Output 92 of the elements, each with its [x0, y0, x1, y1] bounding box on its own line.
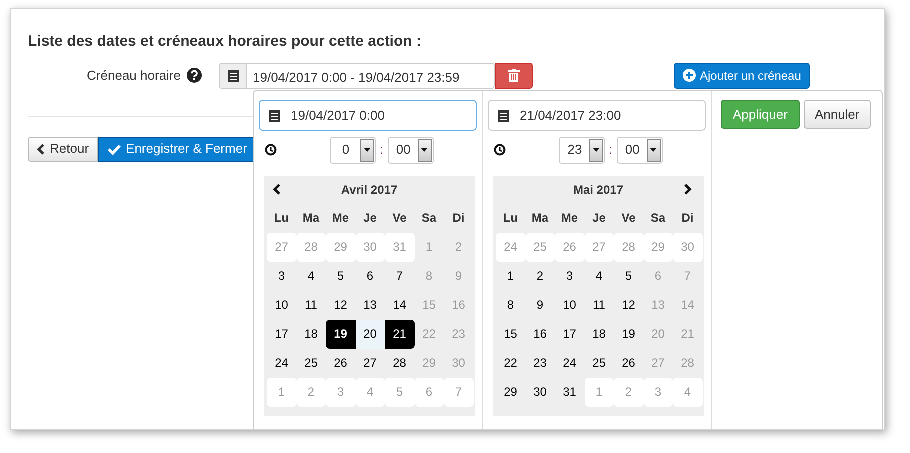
day-cell[interactable]: 28 [385, 349, 414, 378]
day-cell[interactable]: 3 [267, 262, 296, 291]
day-cell[interactable]: 17 [267, 320, 296, 349]
day-cell[interactable]: 10 [267, 291, 296, 320]
trash-icon [508, 69, 520, 82]
check-icon [108, 144, 122, 154]
chevron-right-icon [684, 184, 692, 195]
day-cell[interactable]: 23 [526, 349, 555, 378]
day-cell[interactable]: 9 [526, 291, 555, 320]
chevron-left-icon [37, 144, 45, 154]
calendar-icon [497, 108, 510, 122]
weekday-label: Je [592, 210, 607, 227]
field-label: Créneau horaire [86, 66, 181, 85]
weekday-label: Me [331, 210, 350, 227]
calendar-icon [226, 68, 240, 82]
day-cell[interactable]: 5 [614, 262, 644, 291]
weekday-label: Sa [420, 210, 438, 227]
day-cell[interactable]: 11 [584, 291, 614, 320]
caret-icon [364, 148, 370, 152]
section-title: Liste des dates et créneaux horaires pour cette action : [28, 32, 422, 52]
day-cell[interactable]: 26 [614, 349, 644, 378]
month-title: Avril 2017 [341, 182, 398, 199]
date-range-field[interactable]: 19/04/2017 0:00 - 19/04/2017 23:59 [219, 62, 495, 88]
day-cell[interactable]: 6 [356, 262, 385, 291]
weekday-label: Di [452, 210, 466, 227]
day-cell[interactable]: 24 [555, 349, 584, 378]
day-cell[interactable]: 13 [356, 291, 385, 320]
time-separator: : [380, 141, 384, 160]
plus-circle-icon [683, 69, 696, 82]
day-cell[interactable]: 7 [385, 262, 414, 291]
delete-button[interactable] [495, 62, 533, 88]
minute-select[interactable]: 00 [388, 136, 434, 164]
caret-icon [421, 148, 428, 152]
day-cell[interactable]: 12 [614, 291, 644, 320]
day-cell[interactable]: 4 [584, 262, 614, 291]
day-cell[interactable]: 5 [326, 262, 356, 291]
calendar-icon [268, 108, 281, 122]
day-cell[interactable]: 15 [496, 320, 526, 349]
day-cell[interactable]: 20 [356, 320, 385, 349]
minute-select[interactable]: 00 [616, 136, 663, 164]
day-cell[interactable]: 30 [526, 378, 555, 407]
weekday-label: Sa [650, 210, 667, 227]
day-cell[interactable]: 2 [526, 262, 555, 291]
day-cell[interactable]: 4 [296, 262, 326, 291]
clock-icon [494, 144, 506, 156]
clock-icon [265, 144, 277, 156]
caret-icon [592, 148, 600, 152]
weekday-label: Lu [273, 210, 290, 227]
weekday-label: Ma [302, 210, 321, 227]
day-cell[interactable]: 26 [326, 349, 356, 378]
day-cell[interactable]: 12 [326, 291, 356, 320]
weekday-label: Di [680, 210, 695, 227]
day-cell[interactable]: 14 [385, 291, 414, 320]
day-cell[interactable]: 1 [496, 262, 526, 291]
weekday-label: Ve [620, 210, 637, 227]
next-month-button[interactable] [684, 184, 692, 195]
date-input-field[interactable]: 19/04/2017 0:00 [259, 100, 477, 131]
day-cell[interactable]: 27 [356, 349, 385, 378]
cancel-button[interactable]: Annuler [804, 100, 871, 129]
day-cell[interactable]: 22 [496, 349, 526, 378]
day-cell[interactable]: 3 [555, 262, 584, 291]
day-cell[interactable]: 19 [614, 320, 644, 349]
day-cell[interactable]: 18 [584, 320, 614, 349]
hour-select[interactable]: 0 [330, 136, 376, 164]
date-input-field[interactable]: 21/04/2017 23:00 [488, 100, 706, 131]
time-separator: : [609, 141, 613, 160]
weekday-label: Lu [502, 210, 520, 227]
weekday-label: Ve [392, 210, 408, 227]
day-cell[interactable]: 17 [555, 320, 584, 349]
caret-icon [650, 148, 658, 152]
day-cell[interactable]: 11 [296, 291, 326, 320]
chevron-left-icon [273, 184, 281, 195]
day-cell[interactable]: 19 [326, 320, 356, 349]
day-cell[interactable]: 21 [385, 320, 414, 349]
weekday-label: Je [362, 210, 378, 227]
day-cell[interactable]: 29 [496, 378, 526, 407]
previous-month-button[interactable] [273, 184, 281, 195]
day-cell[interactable]: 24 [267, 349, 296, 378]
back-button[interactable]: Retour [28, 136, 98, 162]
month-title: Mai 2017 [573, 182, 624, 199]
day-cell[interactable]: 25 [296, 349, 326, 378]
weekday-label: Me [560, 210, 580, 227]
day-cell[interactable]: 16 [526, 320, 555, 349]
help-icon [187, 68, 202, 83]
weekday-label: Ma [530, 210, 550, 227]
hour-select[interactable]: 23 [559, 136, 605, 164]
day-cell[interactable]: 18 [296, 320, 326, 349]
day-cell[interactable]: 31 [555, 378, 584, 407]
day-cell[interactable]: 10 [555, 291, 584, 320]
day-cell[interactable]: 8 [496, 291, 526, 320]
day-cell[interactable]: 25 [584, 349, 614, 378]
add-slot-button[interactable]: Ajouter un créneau [674, 62, 810, 88]
